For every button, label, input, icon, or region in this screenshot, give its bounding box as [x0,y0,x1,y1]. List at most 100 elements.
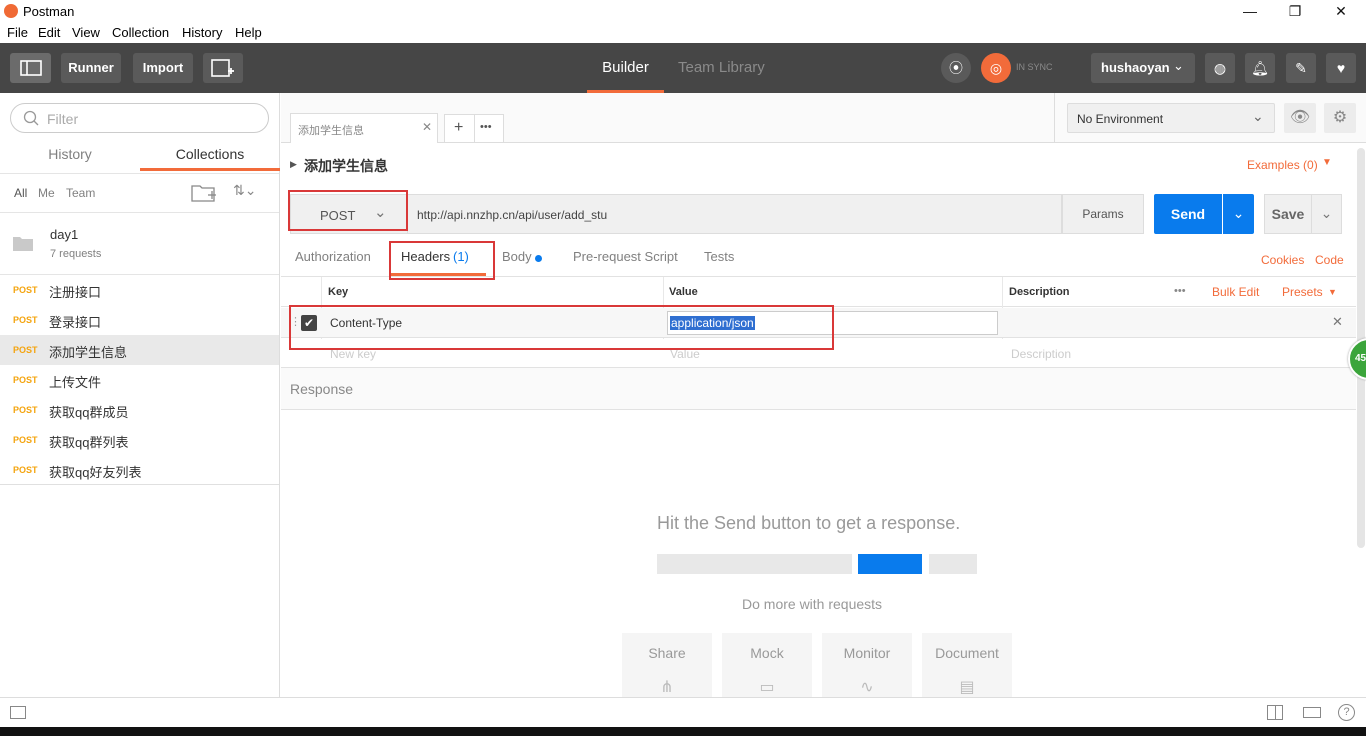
body-dot-icon [535,255,542,262]
user-name: hushaoyan [1101,60,1170,75]
annotation-box-header-row [289,305,834,350]
menu-history[interactable]: History [182,25,222,40]
eye-icon[interactable]: 👁︎ [1284,103,1316,133]
placeholder-url-bar [657,554,852,574]
share-card[interactable]: Share ⋔ [622,633,712,697]
tab-authorization[interactable]: Authorization [295,249,371,264]
cookies-link[interactable]: Cookies [1261,253,1304,267]
filter-input[interactable]: Filter [10,103,269,133]
satellite-icon[interactable]: ⦿ [941,53,971,83]
bulk-edit-link[interactable]: Bulk Edit [1212,285,1259,299]
tab-team-library[interactable]: Team Library [678,43,765,93]
code-link[interactable]: Code [1315,253,1344,267]
share-icon: ⋔ [660,679,674,696]
taskbar [0,727,1366,736]
close-tab-icon[interactable]: ✕ [422,120,432,134]
mock-card[interactable]: Mock ▭ [722,633,812,697]
new-collection-icon[interactable] [191,183,217,203]
tab-tests[interactable]: Tests [704,249,734,264]
console-icon[interactable] [10,706,26,719]
more-options-icon[interactable]: ••• [1174,285,1186,297]
list-item[interactable]: POST 上传文件 [0,365,279,395]
tab-body[interactable]: Body [502,249,532,264]
tab-builder[interactable]: Builder [587,43,664,93]
sync-icon[interactable]: ◎ [981,53,1011,83]
list-item[interactable]: POST 获取qq群成员 [0,395,279,425]
params-button[interactable]: Params [1062,194,1144,234]
monitor-pulse-icon: ∿ [860,679,874,696]
save-button[interactable]: Save [1264,194,1312,234]
environment-area: No Environment ⌄ 👁︎ ⚙ [1054,93,1366,143]
card-label: Mock [750,645,784,661]
list-item[interactable]: POST 获取qq群列表 [0,425,279,455]
list-item[interactable]: POST 注册接口 [0,275,279,305]
save-options-chevron-icon[interactable]: ⌄ [1312,194,1342,234]
import-button[interactable]: Import [133,53,193,83]
request-name: 获取qq群列表 [49,435,129,450]
response-header: Response [281,368,1356,410]
filter-team[interactable]: Team [66,186,95,200]
add-tab-icon[interactable]: + [454,119,463,137]
user-menu[interactable]: hushaoyan ⌄ [1091,53,1195,83]
send-options-chevron-icon[interactable]: ⌄ [1223,194,1254,234]
caret-down-icon: ▼ [1322,157,1332,168]
title-bar: Postman — ❐ ✕ [0,0,1366,23]
new-description-input[interactable]: Description [1011,347,1071,361]
environment-selected: No Environment [1077,112,1164,126]
request-tab-strip: 添加学生信息 ✕ + ••• [281,93,1054,143]
request-name: 获取qq群成员 [49,405,129,420]
toggle-sidebar-button[interactable] [10,53,51,83]
keyboard-icon[interactable] [1303,707,1321,718]
collection-count: 7 requests [50,248,102,260]
new-tab-button[interactable] [203,53,243,83]
method-label: POST [13,345,38,355]
list-item[interactable]: POST 登录接口 [0,305,279,335]
request-tab[interactable]: 添加学生信息 ✕ [290,113,438,143]
url-input[interactable]: http://api.nnzhp.cn/api/user/add_stu [408,194,1062,234]
response-label: Response [290,381,354,397]
more-tabs-icon[interactable]: ••• [480,121,492,133]
two-pane-icon[interactable] [1267,705,1283,720]
send-button[interactable]: Send [1154,194,1222,234]
method-label: POST [13,375,38,385]
list-item[interactable]: POST 添加学生信息 [0,335,279,365]
bell-icon[interactable]: 🔔︎ [1245,53,1275,83]
menu-edit[interactable]: Edit [38,25,60,40]
restore-icon[interactable]: ❐ [1284,2,1306,20]
minimize-icon[interactable]: — [1239,2,1261,20]
presets-link[interactable]: Presets [1282,285,1323,299]
method-label: POST [13,435,38,445]
request-title: 添加学生信息 [304,158,388,174]
filter-me[interactable]: Me [38,186,55,200]
tab-history[interactable]: History [0,137,140,171]
method-label: POST [13,285,38,295]
menu-collection[interactable]: Collection [112,25,169,40]
caret-right-icon[interactable]: ▶ [290,159,297,170]
request-name: 注册接口 [49,285,102,300]
list-item[interactable]: POST 获取qq好友列表 [0,455,279,485]
remove-row-icon[interactable]: ✕ [1332,314,1343,330]
document-card[interactable]: Document ▤ [922,633,1012,697]
close-window-icon[interactable]: ✕ [1330,2,1352,20]
tab-actions: + ••• [444,114,504,143]
menu-file[interactable]: File [7,25,28,40]
examples-link[interactable]: Examples (0) [1247,158,1318,172]
wrench-icon[interactable]: ✎ [1286,53,1316,83]
filter-all[interactable]: All [14,186,27,200]
help-icon[interactable]: ? [1338,704,1355,721]
tab-collections[interactable]: Collections [140,137,280,171]
collection-day1[interactable]: day1 7 requests [0,213,279,268]
method-label: POST [13,465,38,475]
globe-icon[interactable]: ◍ [1205,53,1235,83]
runner-button[interactable]: Runner [61,53,121,83]
response-hint: Hit the Send button to get a response. [657,513,961,533]
tab-prerequest-script[interactable]: Pre-request Script [573,249,678,264]
sort-icon[interactable]: ⇅⌄ [233,182,256,199]
monitor-card[interactable]: Monitor ∿ [822,633,912,697]
chevron-down-icon: ⌄ [1173,58,1184,73]
gear-icon[interactable]: ⚙ [1324,103,1356,133]
menu-help[interactable]: Help [235,25,262,40]
environment-select[interactable]: No Environment ⌄ [1067,103,1275,133]
heart-icon[interactable]: ♥ [1326,53,1356,83]
menu-view[interactable]: View [72,25,100,40]
